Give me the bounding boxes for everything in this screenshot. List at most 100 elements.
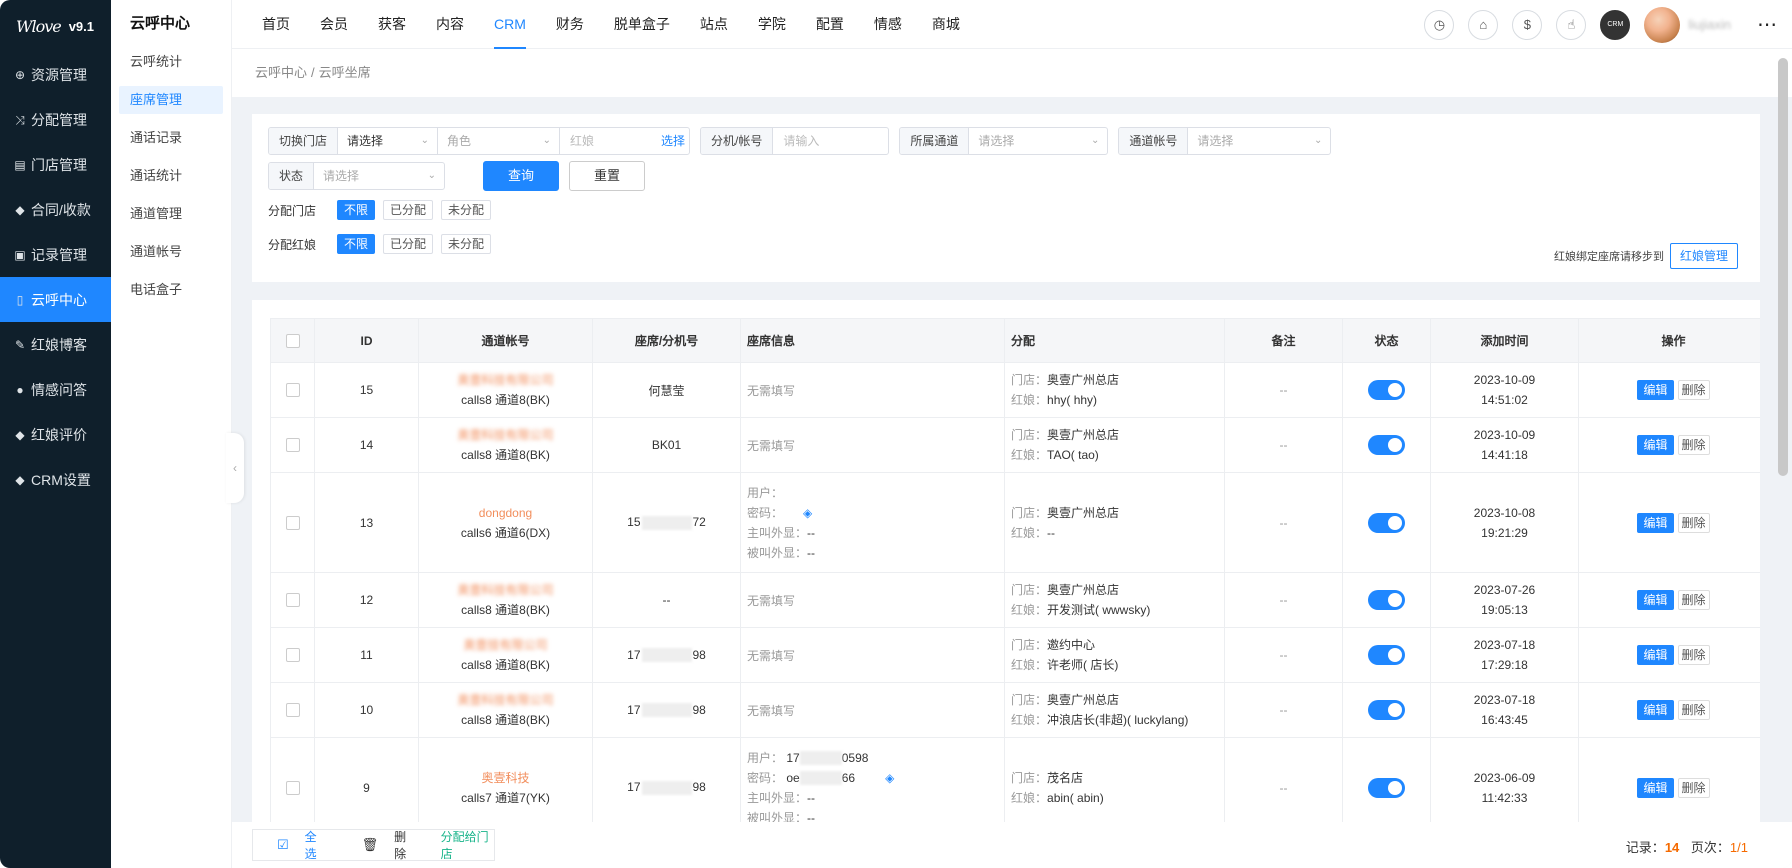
channel-select[interactable]: 请选择 ⌄ <box>969 128 1107 154</box>
checkbox[interactable] <box>285 333 300 348</box>
sidebar-item-records[interactable]: ▣ 记录管理 <box>0 232 111 277</box>
assign-store-unassigned[interactable]: 未分配 <box>441 200 492 220</box>
row-assign: 门店：奥壹广州总店 红娘：-- <box>1004 472 1225 573</box>
subnav-item-channel-accounts[interactable]: 通道帐号 <box>119 238 223 266</box>
row-checkbox[interactable] <box>285 438 300 453</box>
avatar[interactable] <box>1644 6 1681 43</box>
edit-button[interactable]: 编辑 <box>1637 590 1674 610</box>
topnav-dating-box[interactable]: 脱单盒子 <box>599 0 685 49</box>
status-toggle[interactable] <box>1368 380 1405 400</box>
assign-store-any[interactable]: 不限 <box>337 200 376 220</box>
bulk-delete-button[interactable]: 🗑 删除 <box>350 828 411 862</box>
reset-button[interactable]: 重置 <box>569 161 646 191</box>
subnav-item-phone-box[interactable]: 电话盒子 <box>119 276 223 304</box>
topnav-academy[interactable]: 学院 <box>743 0 801 49</box>
status-toggle[interactable] <box>1368 700 1405 720</box>
edit-button[interactable]: 编辑 <box>1637 380 1674 400</box>
subnav-item-channels[interactable]: 通道管理 <box>119 200 223 228</box>
row-checkbox[interactable] <box>285 703 300 718</box>
assign-mm-any[interactable]: 不限 <box>337 234 376 254</box>
edit-button[interactable]: 编辑 <box>1637 700 1674 720</box>
row-matchmaker: TAO( tao) <box>1047 448 1099 462</box>
topnav-site[interactable]: 站点 <box>685 0 743 49</box>
vertical-scrollbar[interactable] <box>1778 58 1788 476</box>
assign-mm-unassigned[interactable]: 未分配 <box>441 234 492 254</box>
more-icon[interactable]: ⋯ <box>1757 12 1778 37</box>
sidebar-item-allocation[interactable]: ⤨ 分配管理 <box>0 97 111 142</box>
topnav-acquisition[interactable]: 获客 <box>363 0 421 49</box>
brand[interactable]: Wlove v9.1 <box>0 0 111 52</box>
delete-button[interactable]: 删除 <box>1677 700 1710 720</box>
hand-icon[interactable]: ☝ <box>1556 9 1587 40</box>
sidebar-item-blog[interactable]: ✎ 红娘博客 <box>0 322 111 367</box>
user-name[interactable]: liujiaxin <box>1688 17 1731 32</box>
sidebar-item-callcenter[interactable]: ▯ 云呼中心 <box>0 277 111 322</box>
assign-store-assigned[interactable]: 已分配 <box>383 200 434 220</box>
delete-button[interactable]: 删除 <box>1677 435 1710 455</box>
edit-button[interactable]: 编辑 <box>1637 435 1674 455</box>
channel-filter-label: 所属通道 <box>900 128 970 154</box>
delete-button[interactable]: 删除 <box>1677 512 1710 533</box>
edit-button[interactable]: 编辑 <box>1637 777 1674 798</box>
row-date: 2023-07-26 <box>1473 583 1536 597</box>
matchmaker-pick-link[interactable]: 选择 <box>655 128 689 154</box>
account-select[interactable]: 请选择 ⌄ <box>1188 128 1330 154</box>
table-row: 13 dongdong calls6 通道6(DX) 15 72 用户： 密码： ◈ … <box>270 472 1760 573</box>
topnav-content[interactable]: 内容 <box>421 0 479 49</box>
topnav-mall[interactable]: 商城 <box>917 0 975 49</box>
sidebar-item-resource[interactable]: ⊕ 资源管理 <box>0 52 111 97</box>
topnav-members[interactable]: 会员 <box>305 0 363 49</box>
status-toggle[interactable] <box>1368 435 1405 455</box>
row-checkbox[interactable] <box>285 593 300 608</box>
matchmaker-input[interactable]: 红娘 <box>560 128 655 154</box>
matchmaker-manage-button[interactable]: 红娘管理 <box>1669 243 1738 269</box>
select-all-button[interactable]: ☑ 全选 <box>265 828 322 862</box>
topnav-emotion[interactable]: 情感 <box>859 0 917 49</box>
subnav-item-stats[interactable]: 云呼统计 <box>119 48 223 76</box>
search-button[interactable]: 查询 <box>483 161 560 191</box>
row-checkbox[interactable] <box>285 648 300 663</box>
status-toggle[interactable] <box>1368 512 1405 533</box>
row-checkbox[interactable] <box>285 780 300 795</box>
topnav-crm[interactable]: CRM <box>479 0 541 49</box>
assign-mm-assigned[interactable]: 已分配 <box>383 234 434 254</box>
delete-button[interactable]: 删除 <box>1677 645 1710 665</box>
subnav-item-call-stats[interactable]: 通话统计 <box>119 162 223 190</box>
row-checkbox[interactable] <box>285 383 300 398</box>
row-remark: -- <box>1224 572 1343 628</box>
assign-to-store-button[interactable]: 分配给门店 <box>441 828 494 862</box>
delete-button[interactable]: 删除 <box>1677 777 1710 798</box>
layers-icon[interactable]: ◈ <box>803 506 812 520</box>
topnav-finance[interactable]: 财务 <box>541 0 599 49</box>
sidebar-item-contract[interactable]: ◆ 合同/收款 <box>0 187 111 232</box>
row-checkbox[interactable] <box>285 515 300 530</box>
sidebar-item-review[interactable]: ◆ 红娘评价 <box>0 412 111 457</box>
ext-input[interactable]: 请输入 <box>773 128 888 154</box>
status-toggle[interactable] <box>1368 777 1405 798</box>
home-icon[interactable]: ⌂ <box>1468 9 1499 40</box>
subnav-item-seats[interactable]: 座席管理 <box>119 86 223 114</box>
edit-button[interactable]: 编辑 <box>1637 645 1674 665</box>
money-bag-icon[interactable]: $ <box>1512 9 1543 40</box>
calendar-clock-icon[interactable]: ◷ <box>1424 9 1455 40</box>
sidebar-item-store[interactable]: ▤ 门店管理 <box>0 142 111 187</box>
sidebar-item-qa[interactable]: ● 情感问答 <box>0 367 111 412</box>
status-toggle[interactable] <box>1368 590 1405 610</box>
status-toggle[interactable] <box>1368 645 1405 665</box>
edit-button[interactable]: 编辑 <box>1637 512 1674 533</box>
status-select[interactable]: 请选择 ⌄ <box>314 163 444 189</box>
topnav-config[interactable]: 配置 <box>801 0 859 49</box>
select-all-header[interactable] <box>270 318 315 363</box>
subnav-item-call-records[interactable]: 通话记录 <box>119 124 223 152</box>
sidebar-item-crm-settings[interactable]: ◆ CRM设置 <box>0 457 111 502</box>
collapse-sidebar-handle[interactable]: ‹ <box>226 433 244 503</box>
store-select[interactable]: 请选择 ⌄ <box>338 128 439 154</box>
role-select[interactable]: 角色 ⌄ <box>438 128 561 154</box>
layers-icon[interactable]: ◈ <box>885 771 894 785</box>
delete-button[interactable]: 删除 <box>1677 380 1710 400</box>
delete-button[interactable]: 删除 <box>1677 590 1710 610</box>
topnav-home[interactable]: 首页 <box>247 0 305 49</box>
breadcrumb-root[interactable]: 云呼中心 <box>255 65 307 80</box>
crm-badge-icon[interactable]: CRM <box>1600 9 1631 40</box>
masked-digits <box>799 771 842 786</box>
